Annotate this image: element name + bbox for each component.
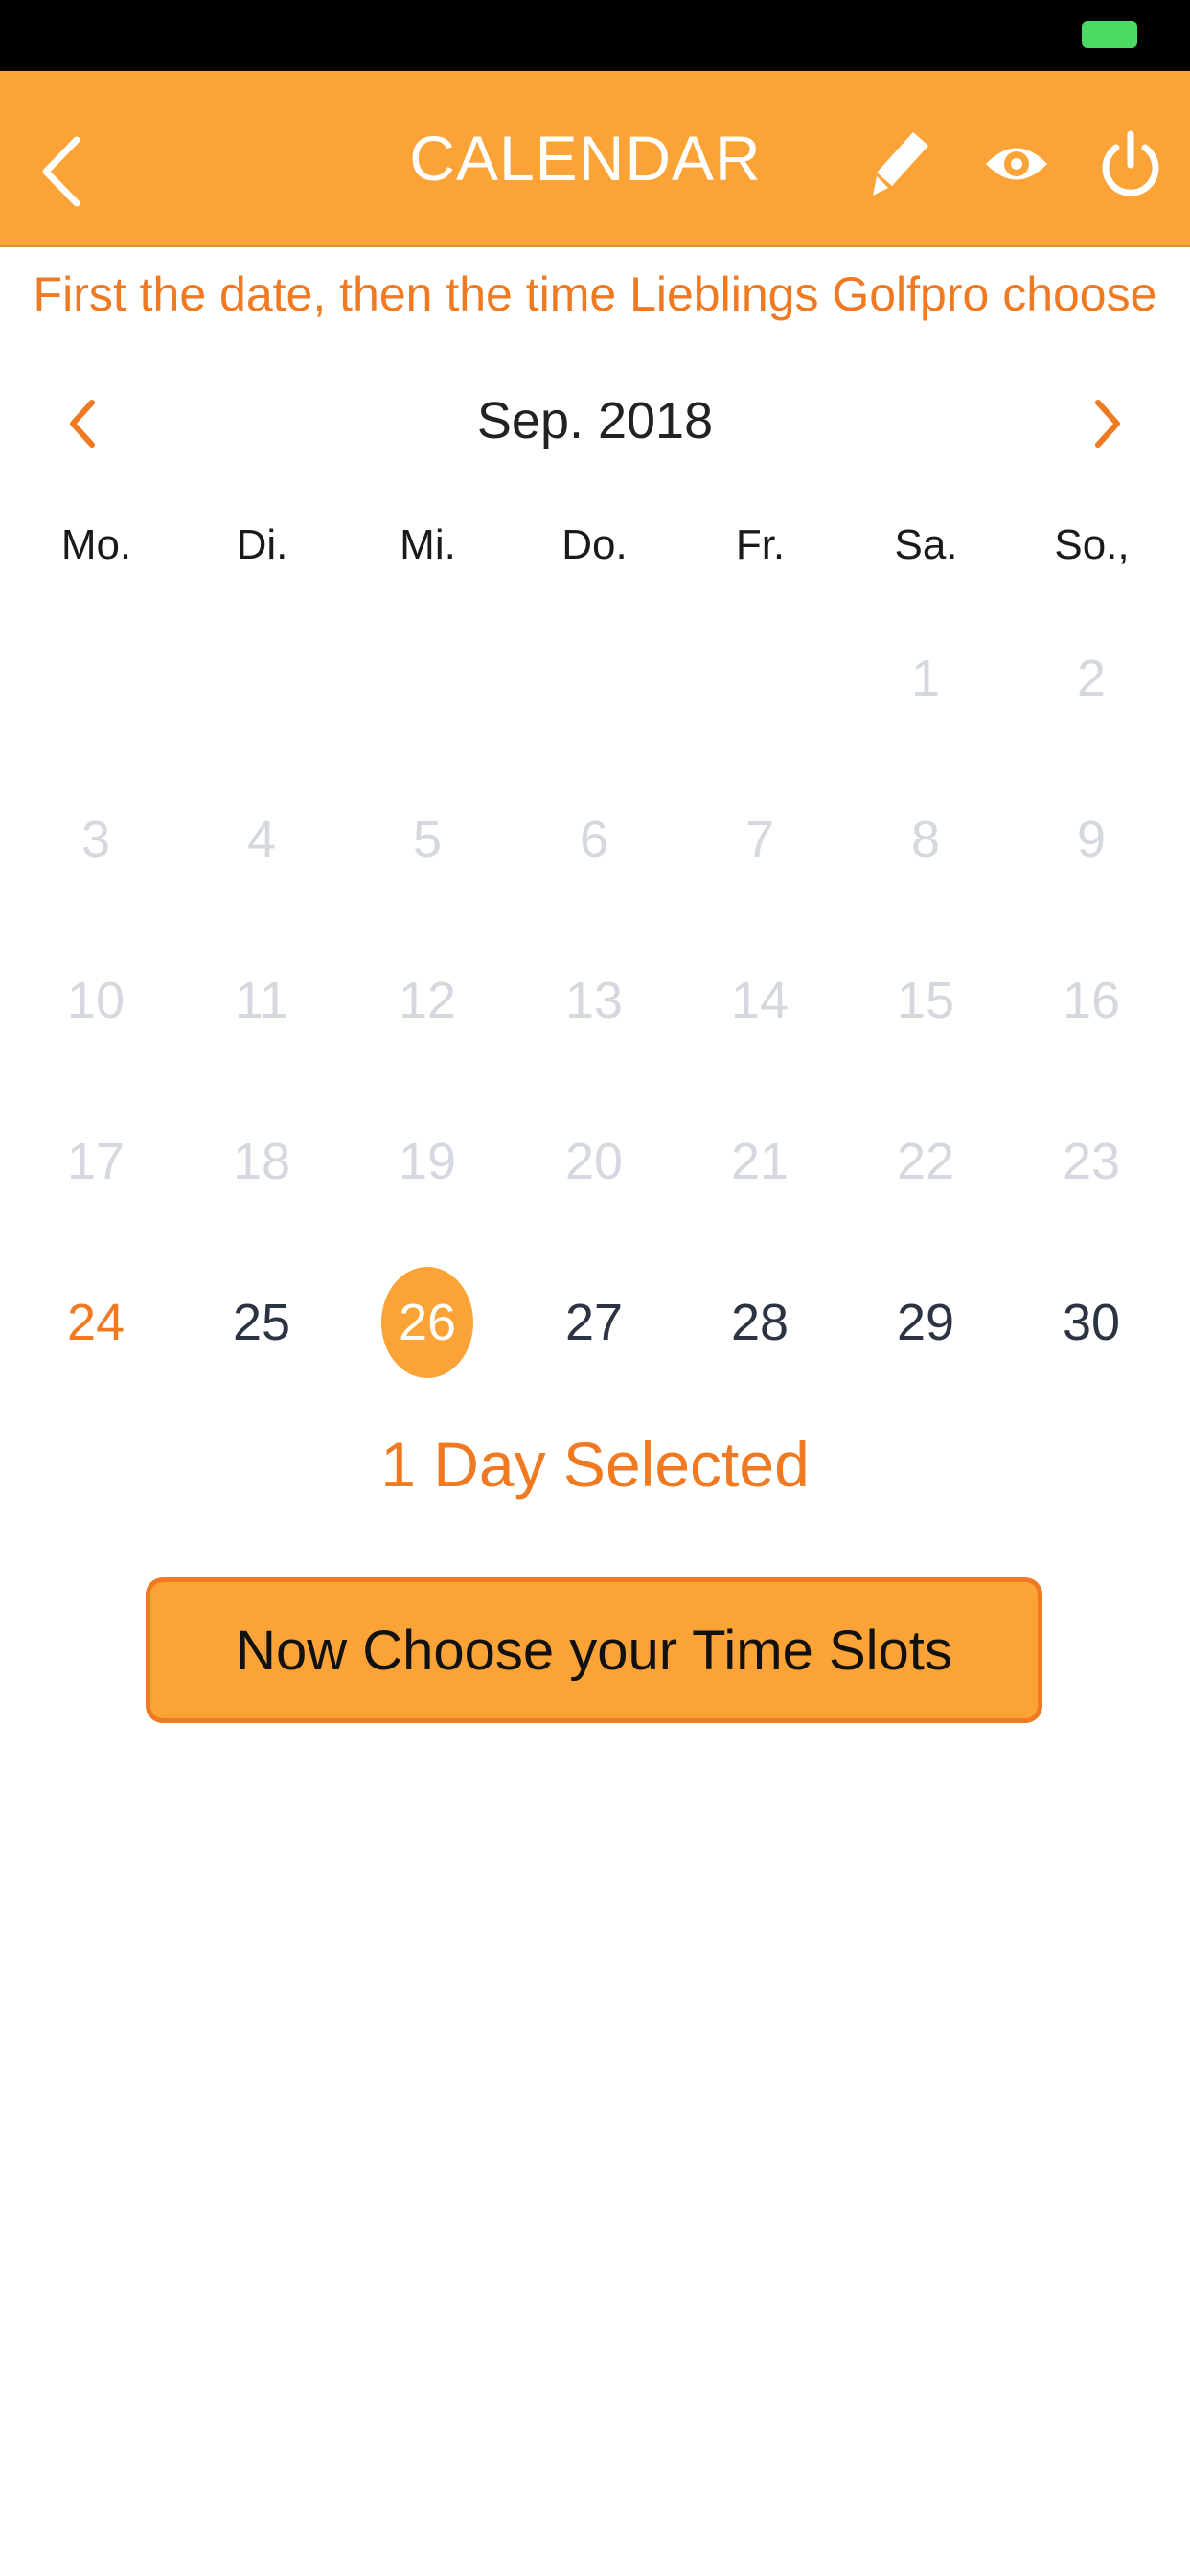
calendar-day[interactable]: 24 xyxy=(38,1265,153,1380)
calendar-day: 8 xyxy=(868,782,983,897)
day-number: 25 xyxy=(232,1294,291,1351)
calendar-day: 19 xyxy=(370,1104,485,1219)
calendar-day: 1 xyxy=(868,621,983,736)
day-number: 22 xyxy=(896,1133,955,1190)
choose-time-slots-button[interactable]: Now Choose your Time Slots xyxy=(146,1577,1042,1723)
calendar-day: 13 xyxy=(537,943,652,1058)
calendar-day: 11 xyxy=(204,943,319,1058)
day-number: 19 xyxy=(398,1133,457,1190)
calendar-day[interactable]: 29 xyxy=(868,1265,983,1380)
day-number: 17 xyxy=(66,1133,126,1190)
calendar-day: 21 xyxy=(702,1104,817,1219)
day-number: 9 xyxy=(1076,811,1107,868)
calendar-day: 9 xyxy=(1034,782,1149,897)
selected-day[interactable]: 26 xyxy=(370,1265,485,1380)
calendar-day: 4 xyxy=(204,782,319,897)
calendar-day: 22 xyxy=(868,1104,983,1219)
calendar-day: 2 xyxy=(1034,621,1149,736)
day-number: 10 xyxy=(66,972,126,1029)
calendar-day: 17 xyxy=(38,1104,153,1219)
day-number: 21 xyxy=(730,1133,790,1190)
day-number: 16 xyxy=(1062,972,1121,1029)
day-number: 27 xyxy=(564,1294,624,1351)
day-number: 13 xyxy=(564,972,624,1029)
day-number: 4 xyxy=(246,811,277,868)
calendar-day: 5 xyxy=(370,782,485,897)
day-number: 14 xyxy=(730,972,790,1029)
calendar-grid: 1 2 3 4 5 6 7 8 9 10 11 12 13 14 15 16 17 18 19 20 21 22 23 24 2… xyxy=(0,0,1190,1438)
calendar-day[interactable]: 28 xyxy=(702,1265,817,1380)
day-number: 18 xyxy=(232,1133,291,1190)
day-number: 23 xyxy=(1062,1133,1121,1190)
calendar-day[interactable]: 30 xyxy=(1034,1265,1149,1380)
calendar-day: 3 xyxy=(38,782,153,897)
calendar-day[interactable]: 25 xyxy=(204,1265,319,1380)
calendar-day: 12 xyxy=(370,943,485,1058)
day-number: 20 xyxy=(564,1133,624,1190)
day-number: 3 xyxy=(80,811,111,868)
calendar-day: 6 xyxy=(537,782,652,897)
day-number: 5 xyxy=(412,811,443,868)
calendar-day: 20 xyxy=(537,1104,652,1219)
day-number: 8 xyxy=(910,811,941,868)
calendar-day: 15 xyxy=(868,943,983,1058)
day-number: 26 xyxy=(398,1294,457,1351)
selected-days-label: 1 Day Selected xyxy=(380,1429,810,1500)
day-number: 29 xyxy=(896,1294,955,1351)
calendar-day[interactable]: 27 xyxy=(537,1265,652,1380)
calendar-day: 18 xyxy=(204,1104,319,1219)
day-number: 11 xyxy=(234,972,289,1029)
day-number: 6 xyxy=(579,811,609,868)
day-number: 28 xyxy=(730,1294,790,1351)
calendar-day: 7 xyxy=(702,782,817,897)
day-number: 15 xyxy=(896,972,955,1029)
day-number: 1 xyxy=(910,650,941,707)
day-number: 7 xyxy=(744,811,775,868)
day-number: 30 xyxy=(1062,1294,1121,1351)
day-number: 12 xyxy=(398,972,457,1029)
calendar-day: 23 xyxy=(1034,1104,1149,1219)
calendar-day: 16 xyxy=(1034,943,1149,1058)
calendar-day: 10 xyxy=(38,943,153,1058)
calendar-day: 14 xyxy=(702,943,817,1058)
day-number: 2 xyxy=(1076,650,1107,707)
day-number: 24 xyxy=(66,1294,126,1351)
